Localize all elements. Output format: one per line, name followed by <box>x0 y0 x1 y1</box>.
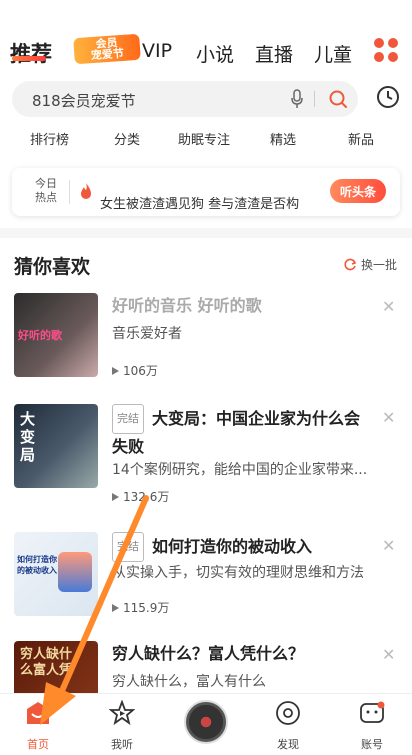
nav-discover[interactable]: 发现 <box>258 700 318 752</box>
play-count: 132.6万 <box>112 488 169 505</box>
album-cover: 如何打造你的被动收入 <box>14 532 98 616</box>
grid-menu-icon[interactable] <box>374 38 398 62</box>
tab-live[interactable]: 直播 <box>255 40 293 67</box>
item-description: 穷人缺什么，富人有什么 <box>112 674 266 690</box>
category-sleep-focus[interactable]: 助眠专注 <box>178 129 230 148</box>
cover-text: 大变局 <box>20 410 36 464</box>
play-count-value: 132.6万 <box>123 490 170 504</box>
cover-text: 如何打造你的被动收入 <box>17 555 57 575</box>
play-count-value: 115.9万 <box>123 601 170 615</box>
play-count-icon <box>112 603 119 612</box>
nav-my-listen-label: 我听 <box>111 738 133 751</box>
microphone-icon[interactable] <box>290 89 304 109</box>
promo-line2: 宠爱节 <box>90 46 125 63</box>
nav-account-label: 账号 <box>361 738 383 751</box>
album-cover: 大变局 <box>14 404 98 488</box>
tab-vip[interactable]: VIP <box>142 40 172 62</box>
history-clock-icon[interactable] <box>376 85 400 109</box>
section-title: 猜你喜欢 <box>14 256 91 278</box>
search-icon[interactable] <box>327 88 349 110</box>
dismiss-icon[interactable]: ✕ <box>382 536 395 555</box>
discover-icon <box>276 701 300 725</box>
play-count-value: 106万 <box>123 364 158 378</box>
search-bar[interactable]: 818会员宠爱节 <box>12 81 358 117</box>
account-icon <box>360 701 385 723</box>
cover-illustration <box>58 552 92 592</box>
item-description: 音乐爱好者 <box>112 326 182 342</box>
cover-text: 好听的歌 <box>18 329 62 342</box>
item-description: 14个案例研究，能给中国的企业家带来... <box>112 462 368 478</box>
search-input[interactable]: 818会员宠爱节 <box>32 90 136 111</box>
item-title-text: 大变局：中国企业家为什么会失败 <box>112 409 361 456</box>
nav-my-listen[interactable]: 我听 <box>92 699 152 752</box>
cover-text: 穷人缺什么富人凭 <box>20 647 73 678</box>
album-cover: 穷人缺什么富人凭 <box>14 641 98 693</box>
list-item[interactable]: 如何打造你的被动收入 完结 如何打造你的被动收入 从实操入手，切实有效的理财思维和… <box>0 532 412 642</box>
promo-badge[interactable]: 会员 宠爱节 <box>73 33 141 65</box>
today-hot-label: 今日热点 <box>35 177 57 204</box>
category-new[interactable]: 新品 <box>348 129 374 148</box>
item-title-text: 如何打造你的被动收入 <box>152 537 313 556</box>
item-title[interactable]: 完结 大变局：中国企业家为什么会失败 <box>112 404 367 460</box>
category-featured[interactable]: 精选 <box>270 129 296 148</box>
category-classify[interactable]: 分类 <box>114 129 140 148</box>
completed-badge: 完结 <box>112 404 144 434</box>
album-cover: 好听的歌 <box>14 293 98 377</box>
list-item[interactable]: 穷人缺什么富人凭 穷人缺什么？富人凭什么？ 穷人缺什么，富人有什么 ✕ <box>0 641 412 693</box>
list-item[interactable]: 好听的歌 好听的音乐 好听的歌 音乐爱好者 106万 ✕ <box>0 293 412 403</box>
headline-text[interactable]: 女生被渣渣遇见狗 叁与渣渣是否构 <box>100 193 330 212</box>
tab-kids[interactable]: 儿童 <box>314 40 352 67</box>
star-icon <box>108 699 136 726</box>
dismiss-icon[interactable]: ✕ <box>382 645 395 664</box>
tab-novel[interactable]: 小说 <box>196 40 234 67</box>
item-title[interactable]: 穷人缺什么？富人凭什么？ <box>112 641 367 667</box>
completed-badge: 完结 <box>112 532 144 562</box>
now-playing-disc[interactable] <box>184 700 228 744</box>
nav-home[interactable]: 首页 <box>8 700 68 752</box>
active-tab-indicator <box>12 56 46 61</box>
nav-discover-label: 发现 <box>277 738 299 751</box>
item-title[interactable]: 好听的音乐 好听的歌 <box>112 293 367 319</box>
play-count: 115.9万 <box>112 599 169 616</box>
headline-divider <box>69 180 70 204</box>
play-count-icon <box>112 492 119 501</box>
category-ranking[interactable]: 排行榜 <box>30 129 69 148</box>
item-title[interactable]: 完结 如何打造你的被动收入 <box>112 532 367 562</box>
item-description: 从实操入手，切实有效的理财思维和方法 <box>112 565 364 581</box>
dismiss-icon[interactable]: ✕ <box>382 297 395 316</box>
nav-account[interactable]: 账号 <box>342 700 402 752</box>
nav-home-label: 首页 <box>27 738 49 751</box>
fire-icon <box>81 183 91 199</box>
promo-label: 会员 宠爱节 <box>90 36 125 63</box>
refresh-button[interactable]: 换一批 <box>344 256 397 273</box>
listen-headline-button[interactable]: 听头条 <box>330 179 386 203</box>
tab-recommend[interactable]: 推荐 <box>10 38 52 68</box>
home-icon <box>27 702 49 724</box>
list-item[interactable]: 大变局 完结 大变局：中国企业家为什么会失败 14个案例研究，能给中国的企业家带来… <box>0 404 412 514</box>
refresh-label: 换一批 <box>361 258 398 272</box>
dismiss-icon[interactable]: ✕ <box>382 408 395 427</box>
headline-card[interactable]: 今日热点 女生被渣渣遇见狗 叁与渣渣是否构 听头条 <box>12 168 400 216</box>
search-divider <box>314 91 315 107</box>
section-divider <box>0 228 412 238</box>
refresh-icon <box>344 258 357 271</box>
play-count: 106万 <box>112 362 158 379</box>
play-count-icon <box>112 366 119 375</box>
